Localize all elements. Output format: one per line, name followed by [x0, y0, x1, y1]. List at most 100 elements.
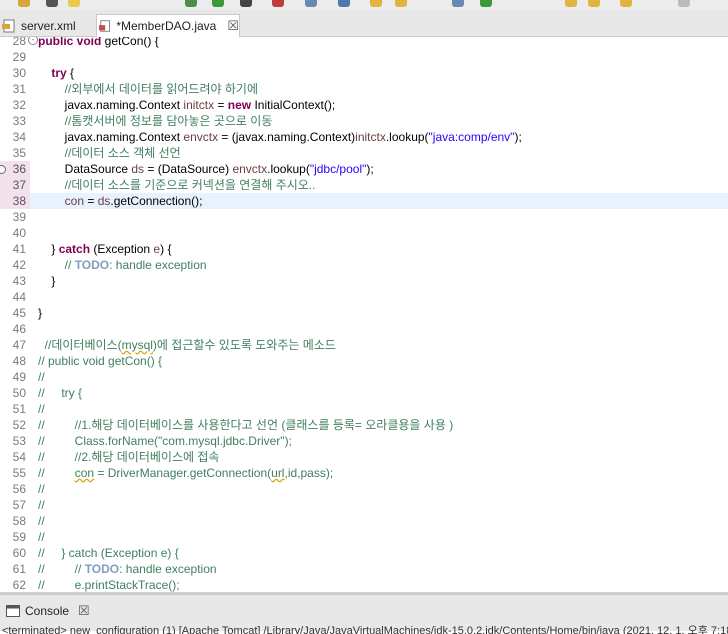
nav-back-icon[interactable]	[620, 0, 632, 7]
code-line[interactable]: 43 }	[0, 273, 728, 289]
code-token: con	[64, 194, 85, 208]
tab-console[interactable]: Console ☒	[0, 601, 96, 621]
code-token: //데이터베이스(	[44, 338, 122, 352]
run-icon[interactable]	[185, 0, 197, 7]
code-token: )에 접근할수 있도록 도와주는 메소드	[152, 338, 336, 352]
code-line[interactable]: 39	[0, 209, 728, 225]
code-line[interactable]: -28 public void getCon() {	[0, 37, 728, 49]
tab-member-dao-java[interactable]: *MemberDAO.java ☒	[96, 14, 240, 37]
line-number: 49	[12, 370, 26, 384]
line-number: 46	[12, 322, 26, 336]
line-number: 61	[12, 562, 26, 576]
code-token: // e.printStackTrace();	[38, 578, 180, 592]
code-text: //외부에서 데이터를 읽어드려야 하기에	[38, 81, 258, 97]
code-line[interactable]: 29	[0, 49, 728, 65]
code-line[interactable]: 31 //외부에서 데이터를 읽어드려야 하기에	[0, 81, 728, 97]
code-line[interactable]: 58 //	[0, 513, 728, 529]
code-line[interactable]: 55 // con = DriverManager.getConnection(u…	[0, 465, 728, 481]
step-icon[interactable]	[480, 0, 492, 7]
code-token: getCon() {	[104, 37, 159, 48]
code-text: //	[38, 529, 45, 545]
line-number: 28	[12, 37, 26, 48]
line-number: 48	[12, 354, 26, 368]
code-token: // } catch (Exception e) {	[38, 546, 179, 560]
server-icon[interactable]	[305, 0, 317, 7]
code-line[interactable]: 61 // // TODO: handle exception	[0, 561, 728, 577]
code-token: //데이터 소스 객체 선언	[64, 146, 181, 160]
code-token: //데이터 소스를 기준으로 커넥션을 연결해 주시오..	[64, 178, 316, 192]
code-token: DataSource	[38, 162, 132, 176]
code-line[interactable]: 54 // //2.해당 데이터베이스에 접속	[0, 449, 728, 465]
code-line[interactable]: 59 //	[0, 529, 728, 545]
line-number: 36	[12, 162, 26, 176]
code-line[interactable]: 38 con = ds.getConnection();	[0, 193, 728, 209]
console-icon	[6, 605, 20, 617]
code-line[interactable]: 44	[0, 289, 728, 305]
run-green-icon[interactable]	[212, 0, 224, 7]
globe-icon[interactable]	[338, 0, 350, 7]
code-text: con = ds.getConnection();	[38, 193, 203, 209]
open-folder-icon[interactable]	[395, 0, 407, 7]
code-line[interactable]: 42 // TODO: handle exception	[0, 257, 728, 273]
code-line[interactable]: 34 javax.naming.Context envctx = (javax.…	[0, 129, 728, 145]
code-text: //톰캣서버에 정보를 담아놓은 곳으로 이동	[38, 113, 273, 129]
forward-arrow-icon[interactable]	[588, 0, 600, 7]
fold-icon[interactable]: -	[28, 37, 38, 45]
highlight-icon[interactable]	[68, 0, 80, 7]
code-text: //	[38, 401, 45, 417]
code-text: }	[38, 305, 42, 321]
line-number: 56	[12, 482, 26, 496]
code-token: // Class.forName("com.mysql.jdbc.Driver"…	[38, 434, 292, 448]
code-line[interactable]: 37 //데이터 소스를 기준으로 커넥션을 연결해 주시오..	[0, 177, 728, 193]
code-line[interactable]: 36 DataSource ds = (DataSource) envctx.l…	[0, 161, 728, 177]
code-line[interactable]: 51 //	[0, 401, 728, 417]
code-line[interactable]: 52 // //1.해당 데이터베이스를 사용한다고 선언 (클래스를 등록= 오…	[0, 417, 728, 433]
code-line[interactable]: 41 } catch (Exception e) {	[0, 241, 728, 257]
code-text: public void getCon() {	[38, 37, 159, 49]
code-line[interactable]: 57 //	[0, 497, 728, 513]
line-number: 62	[12, 578, 26, 592]
debug-icon[interactable]	[18, 0, 30, 7]
code-line[interactable]: 56 //	[0, 481, 728, 497]
code-line[interactable]: 33 //톰캣서버에 정보를 담아놓은 곳으로 이동	[0, 113, 728, 129]
code-text: //데이터 소스 객체 선언	[38, 145, 181, 161]
code-line[interactable]: 32 javax.naming.Context initctx = new In…	[0, 97, 728, 113]
code-line[interactable]: 48 // public void getCon() {	[0, 353, 728, 369]
line-number: 31	[12, 82, 26, 96]
back-arrow-icon[interactable]	[565, 0, 577, 7]
code-text: // TODO: handle exception	[38, 257, 207, 273]
code-token: // //1.해당 데이터베이스를 사용한다고 선언 (클래스를 등록= 오라클…	[38, 418, 454, 432]
close-icon[interactable]: ☒	[78, 603, 90, 619]
code-editor[interactable]: -28 public void getCon() {29 30 try {31 //…	[0, 37, 728, 593]
code-token: //	[64, 258, 75, 272]
code-line[interactable]: 40	[0, 225, 728, 241]
code-line[interactable]: 50 // try {	[0, 385, 728, 401]
line-number: 38	[12, 194, 26, 208]
code-token: {	[66, 66, 75, 80]
close-icon[interactable]: ☒	[227, 18, 239, 34]
line-number: 39	[12, 210, 26, 224]
code-line[interactable]: 53 // Class.forName("com.mysql.jdbc.Drive…	[0, 433, 728, 449]
code-line[interactable]: 45}	[0, 305, 728, 321]
line-number: 45	[12, 306, 26, 320]
nav-forward-icon[interactable]	[678, 0, 690, 7]
code-line[interactable]: 49 //	[0, 369, 728, 385]
tab-server-xml[interactable]: server.xml	[0, 14, 95, 37]
folder-icon[interactable]	[370, 0, 382, 7]
search-icon[interactable]	[452, 0, 464, 7]
code-line[interactable]: 35 //데이터 소스 객체 선언	[0, 145, 728, 161]
code-token: ,id,pass);	[284, 466, 334, 480]
stop-icon[interactable]	[272, 0, 284, 7]
code-line[interactable]: 30 try {	[0, 65, 728, 81]
line-number: 40	[12, 226, 26, 240]
code-line[interactable]: 46	[0, 321, 728, 337]
line-number: 37	[12, 178, 26, 192]
terminal-icon[interactable]	[240, 0, 252, 7]
code-line[interactable]: 62 // e.printStackTrace();	[0, 577, 728, 593]
cursor-icon[interactable]	[46, 0, 58, 7]
code-token: //톰캣서버에 정보를 담아놓은 곳으로 이동	[64, 114, 273, 128]
code-line[interactable]: 60 // } catch (Exception e) {	[0, 545, 728, 561]
code-line[interactable]: 47 //데이터베이스(mysql)에 접근할수 있도록 도와주는 메소드	[0, 337, 728, 353]
